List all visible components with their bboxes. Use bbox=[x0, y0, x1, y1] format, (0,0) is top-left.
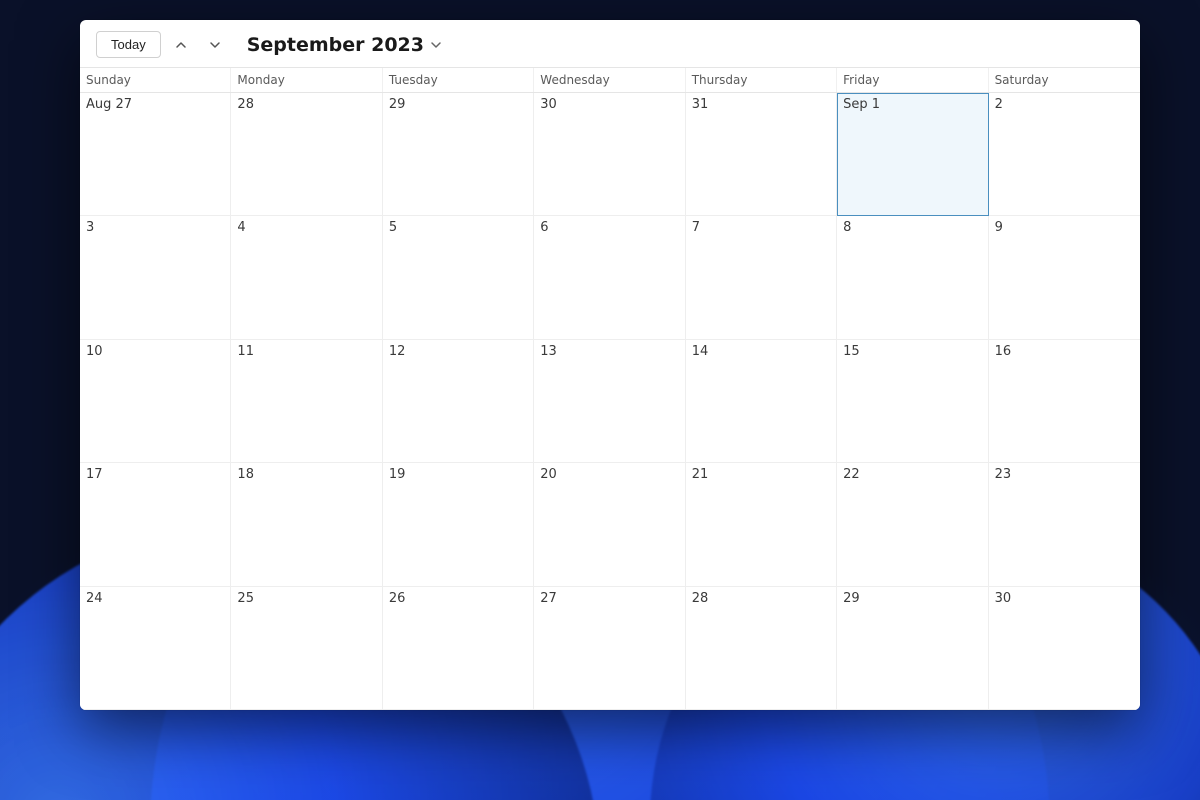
day-label: 28 bbox=[237, 97, 254, 112]
day-cell[interactable]: 20 bbox=[534, 463, 685, 586]
day-label: 19 bbox=[389, 467, 406, 482]
day-label: 7 bbox=[692, 220, 700, 235]
day-label: 13 bbox=[540, 344, 557, 359]
day-cell[interactable]: 16 bbox=[989, 340, 1140, 463]
day-label: 17 bbox=[86, 467, 103, 482]
day-cell[interactable]: Aug 27 bbox=[80, 93, 231, 216]
day-cell[interactable]: 12 bbox=[383, 340, 534, 463]
weekday-header: Sunday bbox=[80, 68, 231, 92]
day-label: 29 bbox=[843, 591, 860, 606]
day-cell[interactable]: 30 bbox=[534, 93, 685, 216]
day-cell[interactable]: 31 bbox=[686, 93, 837, 216]
chevron-up-icon bbox=[175, 39, 187, 51]
day-label: 24 bbox=[86, 591, 103, 606]
day-label: 18 bbox=[237, 467, 254, 482]
day-label: 8 bbox=[843, 220, 851, 235]
day-cell[interactable]: 19 bbox=[383, 463, 534, 586]
day-cell[interactable]: 9 bbox=[989, 216, 1140, 339]
day-cell[interactable]: 30 bbox=[989, 587, 1140, 710]
day-label: Sep 1 bbox=[843, 97, 880, 112]
day-label: 10 bbox=[86, 344, 103, 359]
day-label: 2 bbox=[995, 97, 1003, 112]
day-label: 29 bbox=[389, 97, 406, 112]
day-cell[interactable]: 5 bbox=[383, 216, 534, 339]
day-cell[interactable]: 18 bbox=[231, 463, 382, 586]
day-label: Aug 27 bbox=[86, 97, 132, 112]
day-cell[interactable]: 8 bbox=[837, 216, 988, 339]
day-cell[interactable]: 10 bbox=[80, 340, 231, 463]
day-cell[interactable]: 14 bbox=[686, 340, 837, 463]
today-button[interactable]: Today bbox=[96, 31, 161, 58]
chevron-down-icon bbox=[430, 39, 442, 51]
day-cell[interactable]: 27 bbox=[534, 587, 685, 710]
calendar-toolbar: Today September 2023 bbox=[80, 20, 1140, 68]
day-label: 30 bbox=[540, 97, 557, 112]
day-label: 21 bbox=[692, 467, 709, 482]
weekday-header: Wednesday bbox=[534, 68, 685, 92]
weekday-header: Monday bbox=[231, 68, 382, 92]
day-label: 9 bbox=[995, 220, 1003, 235]
day-label: 25 bbox=[237, 591, 254, 606]
day-label: 27 bbox=[540, 591, 557, 606]
day-cell[interactable]: 13 bbox=[534, 340, 685, 463]
calendar-grid: Aug 2728293031Sep 1234567891011121314151… bbox=[80, 93, 1140, 710]
day-label: 26 bbox=[389, 591, 406, 606]
weekday-header: Thursday bbox=[686, 68, 837, 92]
day-label: 28 bbox=[692, 591, 709, 606]
day-cell[interactable]: 24 bbox=[80, 587, 231, 710]
day-cell[interactable]: 3 bbox=[80, 216, 231, 339]
day-cell[interactable]: 15 bbox=[837, 340, 988, 463]
prev-month-button[interactable] bbox=[167, 31, 195, 59]
day-cell[interactable]: 4 bbox=[231, 216, 382, 339]
day-cell[interactable]: 7 bbox=[686, 216, 837, 339]
day-cell[interactable]: 28 bbox=[686, 587, 837, 710]
day-label: 4 bbox=[237, 220, 245, 235]
day-label: 6 bbox=[540, 220, 548, 235]
weekday-header: Tuesday bbox=[383, 68, 534, 92]
day-cell[interactable]: 28 bbox=[231, 93, 382, 216]
day-label: 23 bbox=[995, 467, 1012, 482]
day-cell[interactable]: 29 bbox=[383, 93, 534, 216]
day-cell[interactable]: 23 bbox=[989, 463, 1140, 586]
month-picker[interactable]: September 2023 bbox=[247, 34, 442, 56]
day-cell[interactable]: 6 bbox=[534, 216, 685, 339]
day-cell[interactable]: 22 bbox=[837, 463, 988, 586]
day-label: 22 bbox=[843, 467, 860, 482]
day-label: 20 bbox=[540, 467, 557, 482]
next-month-button[interactable] bbox=[201, 31, 229, 59]
calendar-window: Today September 2023 Sunday Monday Tuesd… bbox=[80, 20, 1140, 710]
chevron-down-icon bbox=[209, 39, 221, 51]
day-cell-today[interactable]: Sep 1 bbox=[837, 93, 988, 216]
day-label: 31 bbox=[692, 97, 709, 112]
day-label: 14 bbox=[692, 344, 709, 359]
day-cell[interactable]: 17 bbox=[80, 463, 231, 586]
day-label: 5 bbox=[389, 220, 397, 235]
day-label: 30 bbox=[995, 591, 1012, 606]
day-label: 16 bbox=[995, 344, 1012, 359]
day-cell[interactable]: 26 bbox=[383, 587, 534, 710]
day-cell[interactable]: 29 bbox=[837, 587, 988, 710]
day-cell[interactable]: 2 bbox=[989, 93, 1140, 216]
weekday-header: Saturday bbox=[989, 68, 1140, 92]
day-label: 12 bbox=[389, 344, 406, 359]
weekday-header: Friday bbox=[837, 68, 988, 92]
day-cell[interactable]: 25 bbox=[231, 587, 382, 710]
weekday-header-row: Sunday Monday Tuesday Wednesday Thursday… bbox=[80, 68, 1140, 93]
day-cell[interactable]: 11 bbox=[231, 340, 382, 463]
day-cell[interactable]: 21 bbox=[686, 463, 837, 586]
month-label: September 2023 bbox=[247, 34, 424, 56]
day-label: 15 bbox=[843, 344, 860, 359]
day-label: 11 bbox=[237, 344, 254, 359]
day-label: 3 bbox=[86, 220, 94, 235]
